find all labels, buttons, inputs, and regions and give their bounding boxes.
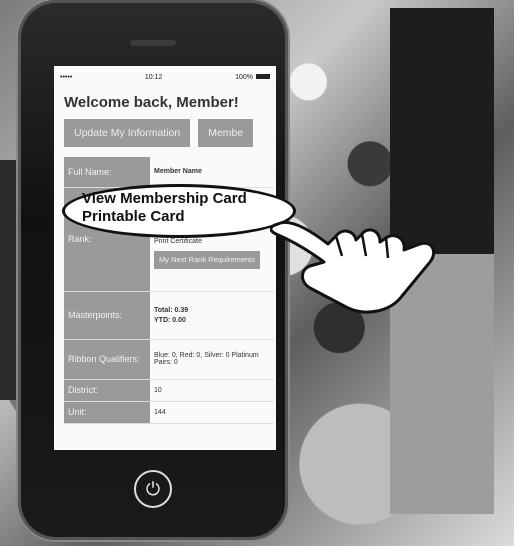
table-row: Masterpoints: Total: 0.39 YTD: 0.00	[64, 291, 274, 340]
district-label: District:	[64, 379, 150, 402]
full-name-value: Member Name	[150, 157, 274, 188]
battery-indicator: 100%	[235, 74, 270, 81]
update-info-button[interactable]: Update My Information	[64, 119, 191, 147]
battery-icon	[255, 74, 270, 80]
unit-value: 144	[150, 401, 274, 424]
phone-speaker	[130, 40, 176, 46]
print-certificate-link[interactable]: Print Certificate	[154, 238, 270, 245]
masterpoints-ytd: YTD: 0.00	[154, 316, 186, 324]
power-icon: ⏻	[145, 478, 161, 499]
bubble-text: View Membership Card Printable Card	[82, 190, 247, 226]
table-row: Full Name: Member Name	[64, 157, 274, 188]
pointing-hand-icon	[270, 221, 436, 314]
next-rank-button[interactable]: My Next Rank Requirements	[154, 251, 260, 269]
printable-card-link[interactable]: Printable Card	[82, 208, 247, 226]
table-row: Unit: 144	[64, 401, 274, 424]
table-row: District: 10	[64, 379, 274, 402]
member-button[interactable]: Membe	[198, 119, 254, 147]
action-buttons: Update My Information Membe	[54, 111, 276, 147]
ribbon-label: Ribbon Qualifiers:	[64, 339, 150, 380]
status-bar: ••••• 10:12 100%	[54, 66, 276, 82]
welcome-heading: Welcome back, Member!	[64, 94, 239, 111]
signal-indicator: •••••	[60, 73, 73, 81]
masterpoints-total: Total: 0.39	[154, 306, 189, 314]
table-row: Ribbon Qualifiers: Blue: 0, Red: 0, Silv…	[64, 339, 274, 380]
phone-screen: ••••• 10:12 100% Welcome back, Member! U…	[54, 66, 276, 450]
masterpoints-label: Masterpoints:	[64, 291, 150, 340]
full-name-label: Full Name:	[64, 157, 150, 188]
district-value: 10	[150, 379, 274, 402]
unit-label: Unit:	[64, 401, 150, 424]
status-time: 10:12	[144, 73, 163, 81]
power-button[interactable]: ⏻	[134, 470, 172, 508]
phone-frame: ••••• 10:12 100% Welcome back, Member! U…	[18, 0, 288, 540]
view-membership-card-link[interactable]: View Membership Card	[82, 190, 247, 208]
ribbon-value: Blue: 0, Red: 0, Silver: 0 Platinum Pair…	[150, 339, 274, 380]
